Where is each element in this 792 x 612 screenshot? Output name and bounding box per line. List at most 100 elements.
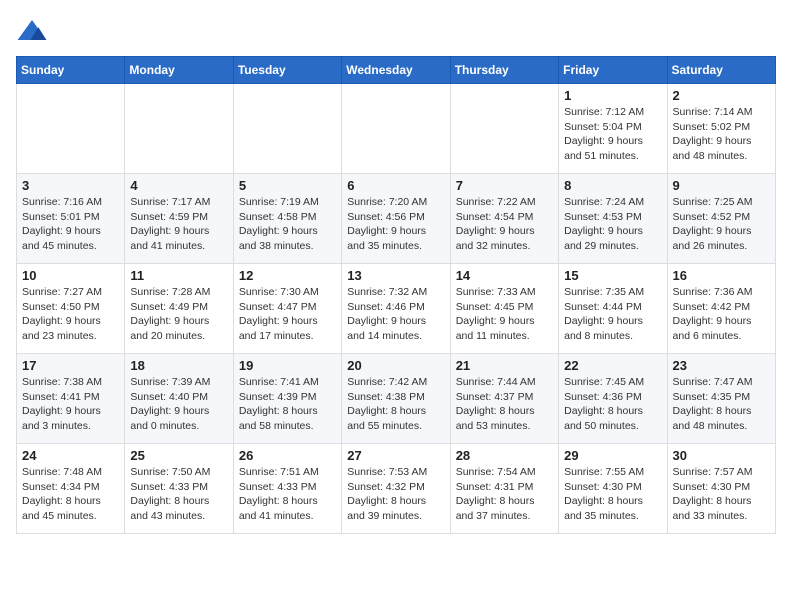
day-number: 15 [564, 268, 661, 283]
calendar-week-3: 10 Sunrise: 7:27 AM Sunset: 4:50 PM Dayli… [17, 264, 776, 354]
day-info: Sunrise: 7:57 AM Sunset: 4:30 PM Dayligh… [673, 465, 770, 524]
calendar-cell: 7 Sunrise: 7:22 AM Sunset: 4:54 PM Daylig… [450, 174, 558, 264]
day-number: 22 [564, 358, 661, 373]
calendar-cell: 6Sunrise: 7:20 AM Sunset: 4:56 PM Daylig… [342, 174, 450, 264]
calendar-cell: 2Sunrise: 7:14 AM Sunset: 5:02 PM Daylig… [667, 84, 775, 174]
day-info: Sunrise: 7:38 AM Sunset: 4:41 PM Dayligh… [22, 375, 119, 434]
day-info: Sunrise: 7:53 AM Sunset: 4:32 PM Dayligh… [347, 465, 444, 524]
day-number: 9 [673, 178, 770, 193]
calendar-cell: 28 Sunrise: 7:54 AM Sunset: 4:31 PM Dayli… [450, 444, 558, 534]
calendar-cell: 4Sunrise: 7:17 AM Sunset: 4:59 PM Daylig… [125, 174, 233, 264]
day-info: Sunrise: 7:45 AM Sunset: 4:36 PM Dayligh… [564, 375, 661, 434]
calendar-cell: 3 Sunrise: 7:16 AM Sunset: 5:01 PM Daylig… [17, 174, 125, 264]
day-info: Sunrise: 7:54 AM Sunset: 4:31 PM Dayligh… [456, 465, 553, 524]
calendar: SundayMondayTuesdayWednesdayThursdayFrid… [16, 56, 776, 534]
calendar-week-2: 3 Sunrise: 7:16 AM Sunset: 5:01 PM Daylig… [17, 174, 776, 264]
day-info: Sunrise: 7:47 AM Sunset: 4:35 PM Dayligh… [673, 375, 770, 434]
calendar-cell [233, 84, 341, 174]
calendar-cell: 9 Sunrise: 7:25 AM Sunset: 4:52 PM Daylig… [667, 174, 775, 264]
day-info: Sunrise: 7:28 AM Sunset: 4:49 PM Dayligh… [130, 285, 227, 344]
calendar-cell: 26 Sunrise: 7:51 AM Sunset: 4:33 PM Dayli… [233, 444, 341, 534]
calendar-cell: 27Sunrise: 7:53 AM Sunset: 4:32 PM Dayli… [342, 444, 450, 534]
day-header-tuesday: Tuesday [233, 57, 341, 84]
day-header-monday: Monday [125, 57, 233, 84]
day-info: Sunrise: 7:39 AM Sunset: 4:40 PM Dayligh… [130, 375, 227, 434]
day-number: 4 [130, 178, 227, 193]
calendar-cell: 1 Sunrise: 7:12 AM Sunset: 5:04 PM Daylig… [559, 84, 667, 174]
day-info: Sunrise: 7:19 AM Sunset: 4:58 PM Dayligh… [239, 195, 336, 254]
day-number: 20 [347, 358, 444, 373]
day-number: 18 [130, 358, 227, 373]
day-header-sunday: Sunday [17, 57, 125, 84]
day-info: Sunrise: 7:51 AM Sunset: 4:33 PM Dayligh… [239, 465, 336, 524]
day-info: Sunrise: 7:12 AM Sunset: 5:04 PM Dayligh… [564, 105, 661, 164]
calendar-week-1: 1 Sunrise: 7:12 AM Sunset: 5:04 PM Daylig… [17, 84, 776, 174]
day-number: 19 [239, 358, 336, 373]
calendar-cell: 18 Sunrise: 7:39 AM Sunset: 4:40 PM Dayli… [125, 354, 233, 444]
day-info: Sunrise: 7:25 AM Sunset: 4:52 PM Dayligh… [673, 195, 770, 254]
calendar-cell [125, 84, 233, 174]
calendar-week-4: 17 Sunrise: 7:38 AM Sunset: 4:41 PM Dayli… [17, 354, 776, 444]
day-number: 25 [130, 448, 227, 463]
calendar-cell: 11 Sunrise: 7:28 AM Sunset: 4:49 PM Dayli… [125, 264, 233, 354]
day-number: 26 [239, 448, 336, 463]
day-info: Sunrise: 7:22 AM Sunset: 4:54 PM Dayligh… [456, 195, 553, 254]
logo-icon [16, 16, 48, 48]
day-number: 3 [22, 178, 119, 193]
calendar-cell: 24 Sunrise: 7:48 AM Sunset: 4:34 PM Dayli… [17, 444, 125, 534]
day-info: Sunrise: 7:27 AM Sunset: 4:50 PM Dayligh… [22, 285, 119, 344]
calendar-cell [17, 84, 125, 174]
day-info: Sunrise: 7:16 AM Sunset: 5:01 PM Dayligh… [22, 195, 119, 254]
calendar-cell: 14 Sunrise: 7:33 AM Sunset: 4:45 PM Dayli… [450, 264, 558, 354]
day-number: 10 [22, 268, 119, 283]
day-info: Sunrise: 7:48 AM Sunset: 4:34 PM Dayligh… [22, 465, 119, 524]
day-number: 13 [347, 268, 444, 283]
calendar-header-row: SundayMondayTuesdayWednesdayThursdayFrid… [17, 57, 776, 84]
day-header-friday: Friday [559, 57, 667, 84]
day-info: Sunrise: 7:24 AM Sunset: 4:53 PM Dayligh… [564, 195, 661, 254]
calendar-cell [342, 84, 450, 174]
calendar-cell: 8 Sunrise: 7:24 AM Sunset: 4:53 PM Daylig… [559, 174, 667, 264]
calendar-cell: 21 Sunrise: 7:44 AM Sunset: 4:37 PM Dayli… [450, 354, 558, 444]
calendar-cell: 25 Sunrise: 7:50 AM Sunset: 4:33 PM Dayli… [125, 444, 233, 534]
day-info: Sunrise: 7:50 AM Sunset: 4:33 PM Dayligh… [130, 465, 227, 524]
day-info: Sunrise: 7:36 AM Sunset: 4:42 PM Dayligh… [673, 285, 770, 344]
calendar-cell: 12 Sunrise: 7:30 AM Sunset: 4:47 PM Dayli… [233, 264, 341, 354]
calendar-cell: 13 Sunrise: 7:32 AM Sunset: 4:46 PM Dayli… [342, 264, 450, 354]
day-header-wednesday: Wednesday [342, 57, 450, 84]
calendar-cell: 30 Sunrise: 7:57 AM Sunset: 4:30 PM Dayli… [667, 444, 775, 534]
calendar-cell [450, 84, 558, 174]
day-number: 21 [456, 358, 553, 373]
day-header-thursday: Thursday [450, 57, 558, 84]
day-number: 1 [564, 88, 661, 103]
day-number: 5 [239, 178, 336, 193]
day-info: Sunrise: 7:20 AM Sunset: 4:56 PM Dayligh… [347, 195, 444, 254]
day-number: 23 [673, 358, 770, 373]
day-info: Sunrise: 7:30 AM Sunset: 4:47 PM Dayligh… [239, 285, 336, 344]
day-number: 12 [239, 268, 336, 283]
day-number: 30 [673, 448, 770, 463]
day-number: 17 [22, 358, 119, 373]
day-info: Sunrise: 7:41 AM Sunset: 4:39 PM Dayligh… [239, 375, 336, 434]
day-number: 8 [564, 178, 661, 193]
day-header-saturday: Saturday [667, 57, 775, 84]
calendar-cell: 10 Sunrise: 7:27 AM Sunset: 4:50 PM Dayli… [17, 264, 125, 354]
day-info: Sunrise: 7:55 AM Sunset: 4:30 PM Dayligh… [564, 465, 661, 524]
calendar-cell: 22 Sunrise: 7:45 AM Sunset: 4:36 PM Dayli… [559, 354, 667, 444]
day-number: 14 [456, 268, 553, 283]
calendar-cell: 17 Sunrise: 7:38 AM Sunset: 4:41 PM Dayli… [17, 354, 125, 444]
calendar-cell: 5 Sunrise: 7:19 AM Sunset: 4:58 PM Daylig… [233, 174, 341, 264]
calendar-week-5: 24 Sunrise: 7:48 AM Sunset: 4:34 PM Dayli… [17, 444, 776, 534]
calendar-cell: 23 Sunrise: 7:47 AM Sunset: 4:35 PM Dayli… [667, 354, 775, 444]
day-number: 2 [673, 88, 770, 103]
day-number: 29 [564, 448, 661, 463]
calendar-cell: 19 Sunrise: 7:41 AM Sunset: 4:39 PM Dayli… [233, 354, 341, 444]
day-number: 7 [456, 178, 553, 193]
day-info: Sunrise: 7:32 AM Sunset: 4:46 PM Dayligh… [347, 285, 444, 344]
day-info: Sunrise: 7:33 AM Sunset: 4:45 PM Dayligh… [456, 285, 553, 344]
day-info: Sunrise: 7:44 AM Sunset: 4:37 PM Dayligh… [456, 375, 553, 434]
day-number: 24 [22, 448, 119, 463]
day-number: 11 [130, 268, 227, 283]
day-number: 28 [456, 448, 553, 463]
calendar-cell: 15Sunrise: 7:35 AM Sunset: 4:44 PM Dayli… [559, 264, 667, 354]
